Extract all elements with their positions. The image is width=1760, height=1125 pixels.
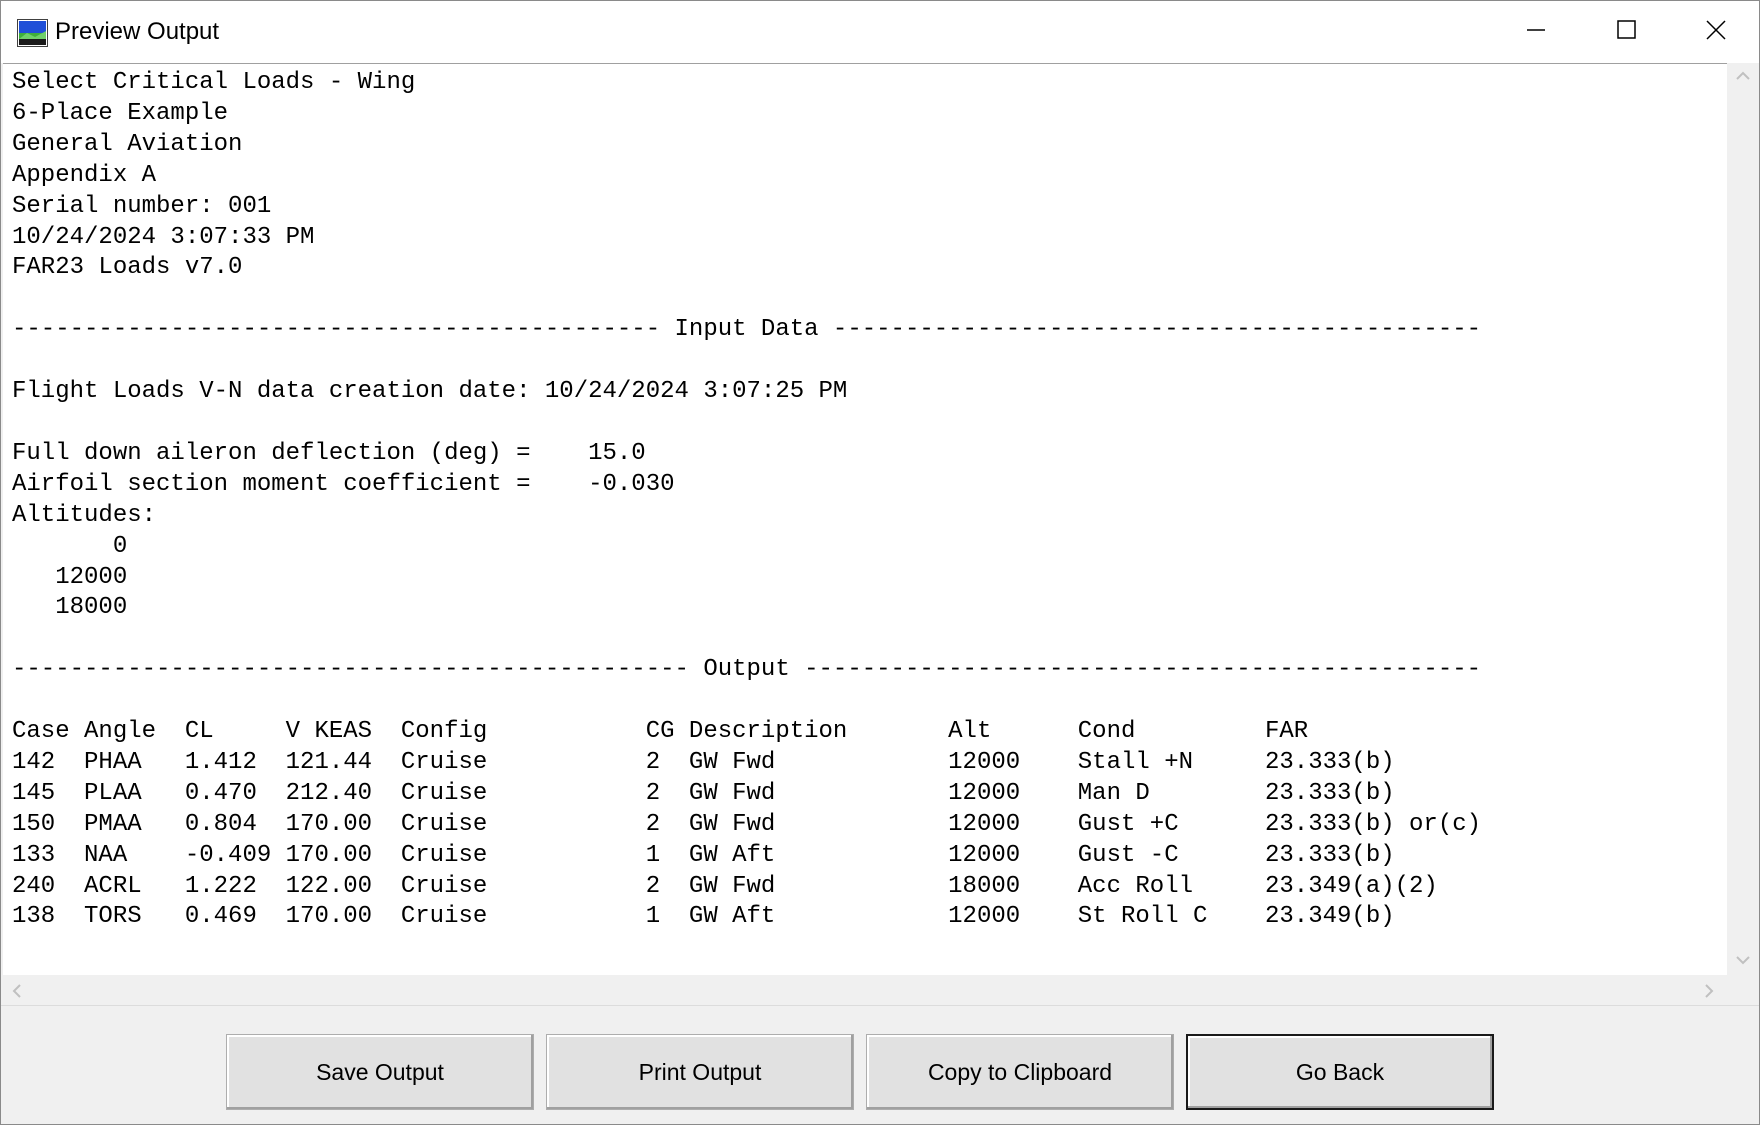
output-line: General Aviation [12, 130, 243, 158]
output-line: Case Angle CL V KEAS Config CG Descripti… [12, 718, 1309, 746]
vertical-scrollbar[interactable] [1727, 63, 1759, 975]
maximize-button[interactable] [1581, 1, 1671, 63]
button-bar: Save Output Print Output Copy to Clipboa… [1, 1005, 1759, 1124]
window-title: Preview Output [55, 18, 220, 45]
output-line: 145 PLAA 0.470 212.40 Cruise 2 GW Fwd 12… [12, 779, 1395, 807]
output-line: 6-Place Example [12, 99, 229, 127]
output-line: Serial number: 001 [12, 192, 272, 220]
close-button[interactable] [1671, 1, 1759, 63]
maximize-icon [1617, 20, 1636, 39]
output-line: 150 PMAA 0.804 170.00 Cruise 2 GW Fwd 12… [12, 810, 1482, 838]
output-line: 10/24/2024 3:07:33 PM [12, 223, 315, 251]
minimize-icon [1527, 29, 1545, 31]
scroll-right-icon[interactable] [1703, 983, 1715, 999]
close-icon [1706, 20, 1726, 40]
output-line: Flight Loads V-N data creation date: 10/… [12, 378, 848, 406]
horizontal-scrollbar[interactable] [3, 975, 1727, 1005]
output-line: 12000 [12, 563, 128, 591]
output-line: Select Critical Loads - Wing [12, 69, 416, 96]
save-output-button[interactable]: Save Output [226, 1034, 534, 1110]
output-line: ----------------------------------------… [12, 316, 1482, 344]
output-line: 133 NAA -0.409 170.00 Cruise 1 GW Aft 12… [12, 841, 1395, 869]
output-text: Select Critical Loads - Wing 6-Place Exa… [12, 68, 1481, 933]
output-line: FAR23 Loads v7.0 [12, 254, 243, 282]
output-line: 142 PHAA 1.412 121.44 Cruise 2 GW Fwd 12… [12, 748, 1395, 776]
output-line: Appendix A [12, 161, 157, 189]
output-line: ----------------------------------------… [12, 656, 1482, 684]
preview-output-window: Preview Output Select Critical Loads - W… [0, 0, 1760, 1125]
output-line: 240 ACRL 1.222 122.00 Cruise 2 GW Fwd 18… [12, 872, 1438, 900]
output-line: Full down aileron deflection (deg) = 15.… [12, 439, 646, 467]
output-text-area[interactable]: Select Critical Loads - Wing 6-Place Exa… [3, 63, 1727, 976]
output-line: Altitudes: [12, 501, 157, 529]
copy-to-clipboard-button[interactable]: Copy to Clipboard [866, 1034, 1174, 1110]
print-output-button[interactable]: Print Output [546, 1034, 854, 1110]
output-line: 138 TORS 0.469 170.00 Cruise 1 GW Aft 12… [12, 903, 1395, 931]
scroll-up-icon[interactable] [1735, 70, 1751, 82]
output-line: 0 [12, 532, 128, 560]
output-line: Airfoil section moment coefficient = -0.… [12, 470, 675, 498]
app-window-icon [17, 19, 48, 47]
output-line: 18000 [12, 594, 128, 622]
scroll-left-icon[interactable] [11, 983, 23, 999]
scroll-down-icon[interactable] [1735, 954, 1751, 966]
minimize-button[interactable] [1491, 1, 1581, 63]
go-back-button[interactable]: Go Back [1186, 1034, 1494, 1110]
scrollbar-corner [1727, 975, 1759, 1005]
title-bar[interactable]: Preview Output [1, 1, 1759, 63]
